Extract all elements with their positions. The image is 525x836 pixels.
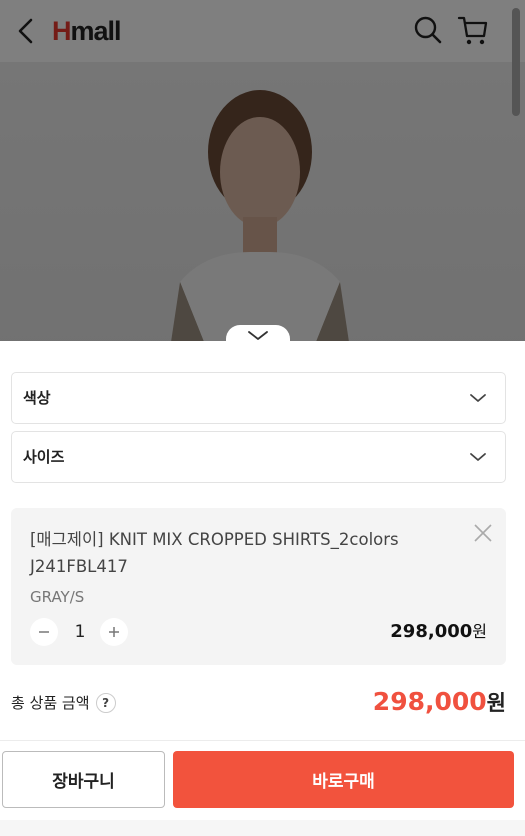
color-select[interactable]: 색상 xyxy=(11,372,506,424)
item-option: GRAY/S xyxy=(30,588,85,606)
chevron-down-icon xyxy=(470,453,486,461)
item-price-unit: 원 xyxy=(472,622,487,641)
sheet-collapse-handle[interactable] xyxy=(226,325,290,347)
chevron-down-icon xyxy=(248,331,268,340)
total-label: 총 상품 금액 ? xyxy=(11,690,116,716)
minus-icon xyxy=(39,631,49,633)
total-price-unit: 원 xyxy=(486,691,506,715)
buy-now-button[interactable]: 바로구매 xyxy=(173,751,514,808)
dim-overlay[interactable] xyxy=(0,0,525,341)
item-price-value: 298,000 xyxy=(390,621,473,642)
size-select[interactable]: 사이즈 xyxy=(11,431,506,483)
divider xyxy=(0,740,525,741)
total-price-value: 298,000 xyxy=(372,687,487,716)
chevron-down-icon xyxy=(470,394,486,402)
total-label-text: 총 상품 금액 xyxy=(11,694,90,712)
quantity-value[interactable]: 1 xyxy=(69,618,91,646)
close-icon xyxy=(474,524,492,542)
item-name: [매그제이] KNIT MIX CROPPED SHIRTS_2colors J… xyxy=(30,530,399,576)
color-select-label: 색상 xyxy=(23,389,51,407)
quantity-decrease-button[interactable] xyxy=(30,618,58,646)
add-to-cart-button[interactable]: 장바구니 xyxy=(2,751,165,808)
scrollbar[interactable] xyxy=(512,8,520,116)
help-button[interactable]: ? xyxy=(95,693,116,713)
quantity-increase-button[interactable] xyxy=(100,618,128,646)
item-price: 298,000원 xyxy=(390,618,487,646)
total-price: 298,000원 xyxy=(373,684,506,721)
bottom-safe-area xyxy=(0,820,525,836)
plus-icon xyxy=(109,627,119,637)
size-select-label: 사이즈 xyxy=(23,448,65,466)
selected-item-card: [매그제이] KNIT MIX CROPPED SHIRTS_2colors J… xyxy=(11,508,506,665)
remove-item-button[interactable] xyxy=(469,519,497,547)
